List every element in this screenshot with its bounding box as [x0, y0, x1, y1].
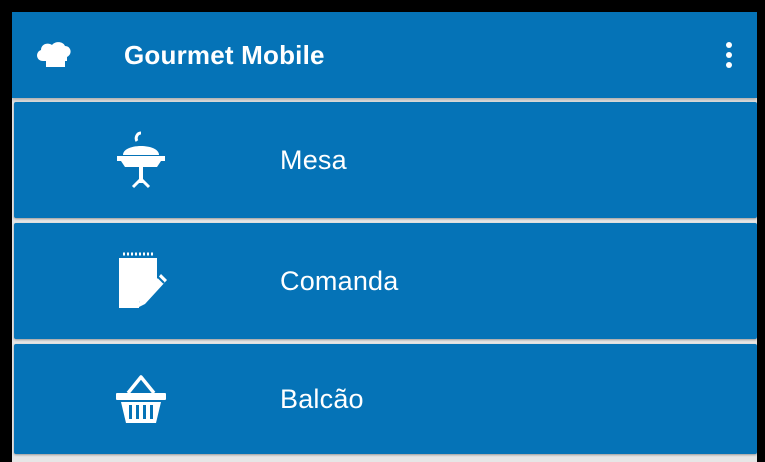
basket-icon	[106, 364, 176, 434]
table-cloche-icon	[106, 125, 176, 195]
notepad-pencil-icon	[106, 246, 176, 316]
app-title: Gourmet Mobile	[124, 39, 325, 70]
frame-border-right	[757, 0, 765, 462]
menu-item-label: Mesa	[280, 144, 347, 175]
more-vert-icon[interactable]	[711, 31, 747, 79]
screen: Gourmet Mobile Mesa Comanda Balcão	[0, 0, 765, 462]
app-bar: Gourmet Mobile	[12, 12, 757, 98]
menu-item-mesa[interactable]: Mesa	[14, 102, 757, 218]
menu-item-label: Comanda	[280, 265, 399, 296]
main-menu: Mesa Comanda Balcão	[14, 102, 757, 459]
chef-hat-icon	[30, 31, 78, 79]
frame-border-top	[0, 0, 765, 12]
menu-item-balcao[interactable]: Balcão	[14, 344, 757, 454]
frame-border-left	[0, 0, 12, 462]
menu-item-label: Balcão	[280, 383, 364, 414]
menu-item-comanda[interactable]: Comanda	[14, 223, 757, 339]
